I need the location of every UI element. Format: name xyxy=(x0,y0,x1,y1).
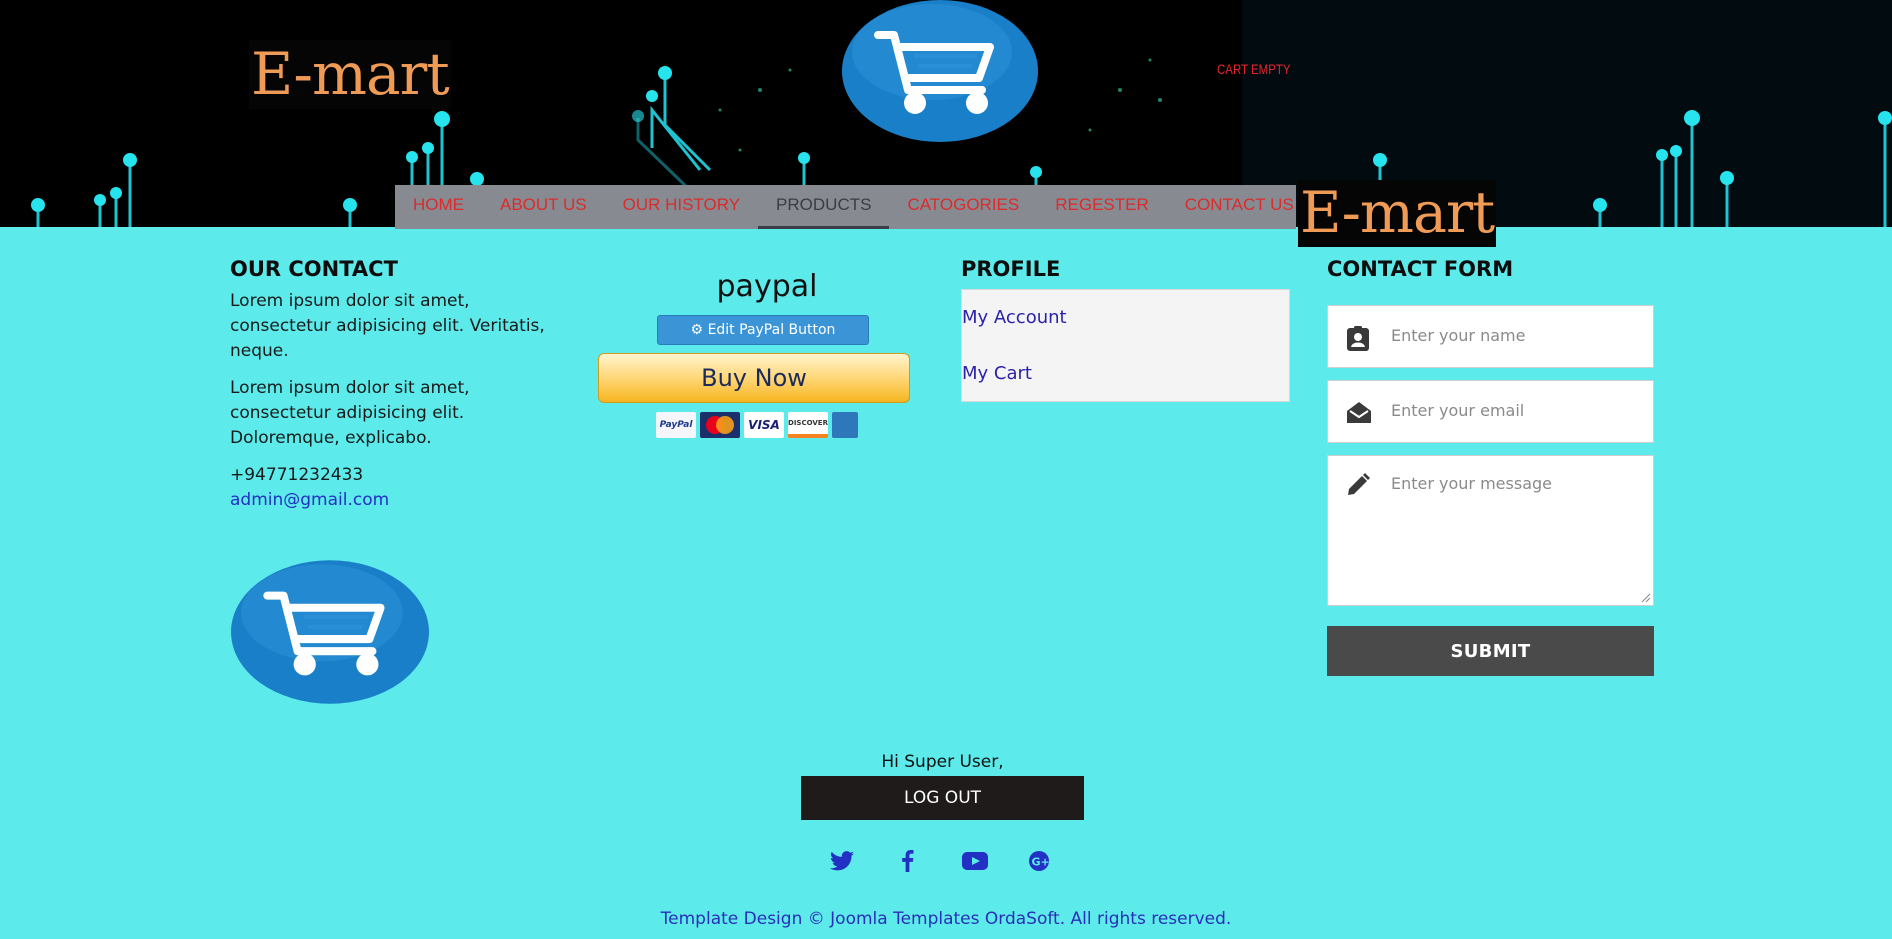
contact-email-link[interactable]: admin@gmail.com xyxy=(230,488,560,513)
copyright-text: Template Design © Joomla Templates OrdaS… xyxy=(660,909,1232,929)
nav-products[interactable]: PRODUCTS xyxy=(758,185,890,229)
email-placeholder: Enter your email xyxy=(1391,401,1525,420)
submit-button[interactable]: SUBMIT xyxy=(1327,626,1654,676)
payment-cards: PayPal VISA DISCOVER xyxy=(656,412,914,438)
our-contact-section: OUR CONTACT Lorem ipsum dolor sit amet, … xyxy=(230,257,560,513)
buy-now-button[interactable]: Buy Now xyxy=(598,353,910,403)
profile-section: PROFILE My Account My Cart xyxy=(961,257,1290,402)
nav-home[interactable]: HOME xyxy=(395,185,482,229)
youtube-icon[interactable] xyxy=(962,850,992,874)
nav-contact-us[interactable]: CONTACT US xyxy=(1167,185,1312,229)
our-contact-heading: OUR CONTACT xyxy=(230,257,398,281)
my-cart-link[interactable]: My Cart xyxy=(962,360,1289,388)
pencil-icon xyxy=(1348,473,1370,495)
contact-form-section: CONTACT FORM Enter your name Enter your … xyxy=(1327,257,1655,676)
user-greeting: Hi Super User, xyxy=(881,752,1004,772)
nav-about-us[interactable]: ABOUT US xyxy=(482,185,605,229)
name-field[interactable]: Enter your name xyxy=(1327,305,1654,368)
svg-text:G+: G+ xyxy=(1032,856,1050,869)
email-field[interactable]: Enter your email xyxy=(1327,380,1654,443)
cart-status[interactable]: CART EMPTY xyxy=(1217,61,1291,77)
my-account-link[interactable]: My Account xyxy=(962,304,1289,332)
visa-card-icon: VISA xyxy=(744,412,784,438)
logout-button[interactable]: LOG OUT xyxy=(801,776,1084,820)
resize-handle-icon[interactable] xyxy=(1641,593,1651,603)
contact-paragraph-1: Lorem ipsum dolor sit amet, consectetur … xyxy=(230,291,545,361)
main-navigation: HOME ABOUT US OUR HISTORY PRODUCTS CATOG… xyxy=(395,185,1296,229)
contact-paragraph-2: Lorem ipsum dolor sit amet, consectetur … xyxy=(230,378,470,448)
site-logo-text-secondary[interactable]: E-mart xyxy=(1298,180,1497,247)
contact-form-heading: CONTACT FORM xyxy=(1327,257,1514,281)
amex-card-icon xyxy=(832,412,858,438)
mastercard-icon xyxy=(700,412,740,438)
social-links: G+ xyxy=(830,850,1058,874)
nav-regester[interactable]: REGESTER xyxy=(1037,185,1167,229)
edit-paypal-label: Edit PayPal Button xyxy=(707,322,836,338)
message-field[interactable]: Enter your message xyxy=(1327,455,1654,606)
envelope-open-icon xyxy=(1347,402,1371,423)
paypal-card-icon: PayPal xyxy=(656,412,696,438)
profile-menu: My Account My Cart xyxy=(961,289,1290,402)
contact-phone: +94771232433 xyxy=(230,465,364,485)
name-placeholder: Enter your name xyxy=(1391,326,1526,345)
cart-logo-footer-icon xyxy=(231,560,429,704)
paypal-section: paypal ⚙ Edit PayPal Button Buy Now PayP… xyxy=(598,267,914,438)
site-logo-text[interactable]: E-mart xyxy=(249,40,451,109)
google-plus-icon[interactable]: G+ xyxy=(1028,850,1058,874)
cart-logo-icon[interactable] xyxy=(842,0,1038,143)
twitter-icon[interactable] xyxy=(830,850,860,874)
paypal-title: paypal xyxy=(716,269,818,304)
profile-heading: PROFILE xyxy=(961,257,1061,281)
contact-card-icon xyxy=(1347,326,1369,351)
gears-icon: ⚙ xyxy=(690,322,704,338)
nav-our-history[interactable]: OUR HISTORY xyxy=(605,185,758,229)
discover-card-icon: DISCOVER xyxy=(788,412,828,438)
nav-catogories[interactable]: CATOGORIES xyxy=(889,185,1037,229)
facebook-icon[interactable] xyxy=(896,850,926,874)
edit-paypal-button[interactable]: ⚙ Edit PayPal Button xyxy=(657,315,869,345)
message-placeholder: Enter your message xyxy=(1391,474,1552,493)
